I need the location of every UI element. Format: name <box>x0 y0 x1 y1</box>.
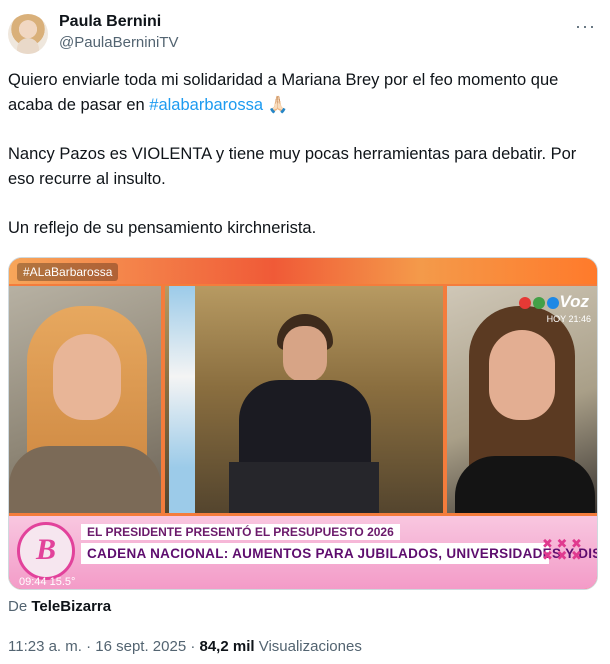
flag-shape <box>169 286 195 513</box>
show-logo: B <box>17 522 75 580</box>
post-paragraph-1: Quiero enviarle toda mi solidaridad a Ma… <box>8 68 598 118</box>
views-label: Visualizaciones <box>254 638 362 655</box>
avatar[interactable] <box>8 14 48 54</box>
lower-third-subtitle: EL PRESIDENTE PRESENTÓ EL PRESUPUESTO 20… <box>81 524 400 540</box>
author-handle[interactable]: @PaulaBerniniTV <box>59 33 178 53</box>
body-shape <box>9 446 161 513</box>
more-options-icon[interactable]: ··· <box>575 16 596 37</box>
media-topbar: #ALaBarbarossa <box>9 258 597 284</box>
pray-emoji: 🙏🏻 <box>267 96 289 114</box>
screen-clock: 09:44 15.5° <box>19 576 76 588</box>
post-header: Paula Bernini @PaulaBerniniTV ··· <box>8 12 602 56</box>
source-account-link[interactable]: TeleBizarra <box>31 598 111 615</box>
podium-shape <box>229 462 379 513</box>
lower-third: B EL PRESIDENTE PRESENTÓ EL PRESUPUESTO … <box>9 516 597 589</box>
panel-center-president <box>165 286 443 513</box>
post-meta: 11:23 a. m. · 16 sept. 2025 · 84,2 mil V… <box>8 638 362 655</box>
channel-time: HOY 21:46 <box>546 314 591 324</box>
post-timestamp[interactable]: 11:23 a. m. · 16 sept. 2025 · <box>8 638 200 655</box>
post-text: Quiero enviarle toda mi solidaridad a Ma… <box>8 68 598 265</box>
hashtag-link[interactable]: #alabarbarossa <box>149 96 263 114</box>
face-shape <box>53 334 121 420</box>
views-count: 84,2 mil <box>199 638 255 655</box>
post-paragraph-2: Nancy Pazos es VIOLENTA y tiene muy poca… <box>8 145 577 188</box>
post-paragraph-3: Un reflejo de su pensamiento kirchnerist… <box>8 219 317 237</box>
source-attribution: De TeleBizarra <box>8 598 111 615</box>
lower-third-headline: CADENA NACIONAL: AUMENTOS PARA JUBILADOS… <box>81 543 597 564</box>
source-prefix: De <box>8 598 32 615</box>
panel-right-host: Voz HOY 21:46 <box>447 286 597 513</box>
face-shape <box>489 330 555 420</box>
media-video[interactable]: #ALaBarbarossa Voz HOY 21:46 B EL PRESID… <box>8 257 598 590</box>
face-shape <box>283 326 327 382</box>
show-hashtag: #ALaBarbarossa <box>17 263 119 281</box>
channel-logo: Voz <box>559 292 589 311</box>
panel-left-guest <box>9 286 161 513</box>
author-name[interactable]: Paula Bernini <box>59 12 161 32</box>
decorative-x-icon: ✖ ✖ ✖ ✖ ✖ ✖ <box>542 536 582 563</box>
body-shape <box>455 456 595 513</box>
